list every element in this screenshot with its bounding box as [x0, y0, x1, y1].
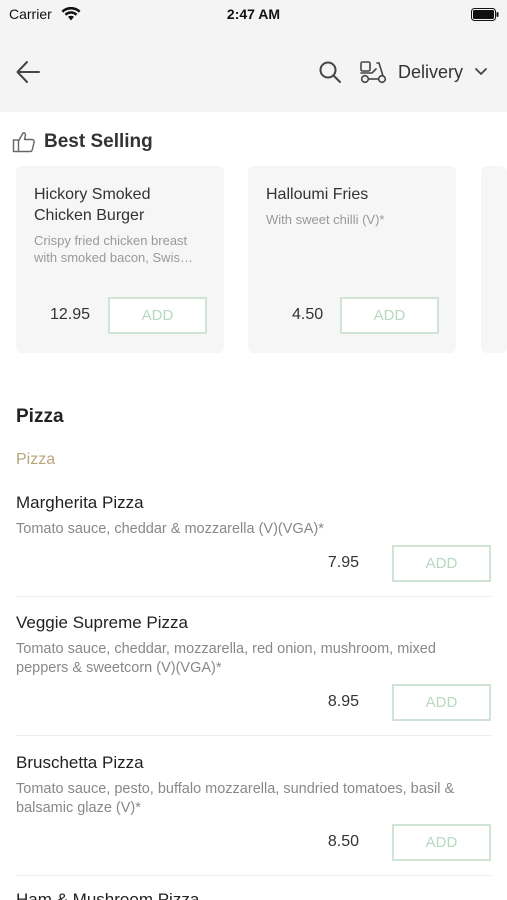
card-item-description: With sweet chilli (V)* [266, 212, 385, 227]
menu-item-name: Ham & Mushroom Pizza [16, 890, 200, 900]
subcategory-label: Pizza [16, 451, 56, 468]
menu-item[interactable]: Margherita Pizza Tomato sauce, cheddar &… [16, 493, 491, 585]
search-icon[interactable] [318, 60, 342, 84]
card-item-description: Crispy fried chicken breast with smoked … [34, 233, 193, 265]
thumbs-up-icon [12, 132, 35, 153]
menu-item[interactable]: Veggie Supreme Pizza Tomato sauce, chedd… [16, 613, 491, 725]
menu-item-name: Veggie Supreme Pizza [16, 613, 188, 632]
chevron-down-icon[interactable] [474, 67, 488, 77]
menu-item-name: Margherita Pizza [16, 493, 144, 512]
add-button[interactable]: ADD [392, 545, 491, 582]
card-item-price: 12.95 [50, 306, 91, 323]
scooter-icon[interactable] [358, 59, 388, 85]
add-button[interactable]: ADD [392, 684, 491, 721]
menu-item-description: Tomato sauce, cheddar & mozzarella (V)(V… [16, 521, 324, 537]
menu-item-description: Tomato sauce, pesto, buffalo mozzarella,… [16, 781, 455, 816]
menu-item-price: 8.95 [327, 693, 359, 710]
menu-item-name: Bruschetta Pizza [16, 753, 144, 772]
best-selling-card[interactable]: Halloumi Fries With sweet chilli (V)* 4.… [248, 166, 456, 353]
arrow-left-icon[interactable] [14, 58, 42, 86]
card-item-name: Hickory Smoked Chicken Burger [34, 186, 151, 224]
card-item-name: Halloumi Fries [266, 186, 369, 203]
menu-item-description: Tomato sauce, cheddar, mozzarella, red o… [16, 641, 436, 676]
top-header: Delivery [0, 32, 507, 112]
divider [16, 875, 491, 876]
best-selling-title: Best Selling [44, 131, 153, 152]
add-button[interactable]: ADD [108, 297, 207, 334]
divider [16, 596, 491, 597]
menu-item[interactable]: Bruschetta Pizza Tomato sauce, pesto, bu… [16, 753, 491, 865]
delivery-mode-label[interactable]: Delivery [398, 62, 463, 83]
menu-item-price: 7.95 [327, 554, 359, 571]
status-time: 2:47 AM [226, 6, 281, 22]
best-selling-card[interactable]: Hickory Smoked Chicken Burger Crispy fri… [16, 166, 224, 353]
menu-item[interactable]: Ham & Mushroom Pizza [16, 890, 491, 900]
card-item-price: 4.50 [292, 306, 324, 323]
status-bar: Carrier 2:47 AM [0, 0, 507, 32]
section-title: Pizza [16, 406, 64, 427]
add-button[interactable]: ADD [392, 824, 491, 861]
divider [16, 735, 491, 736]
add-button[interactable]: ADD [340, 297, 439, 334]
menu-item-price: 8.50 [327, 833, 359, 850]
best-selling-card-partial[interactable] [481, 166, 507, 353]
battery-icon [471, 8, 499, 21]
